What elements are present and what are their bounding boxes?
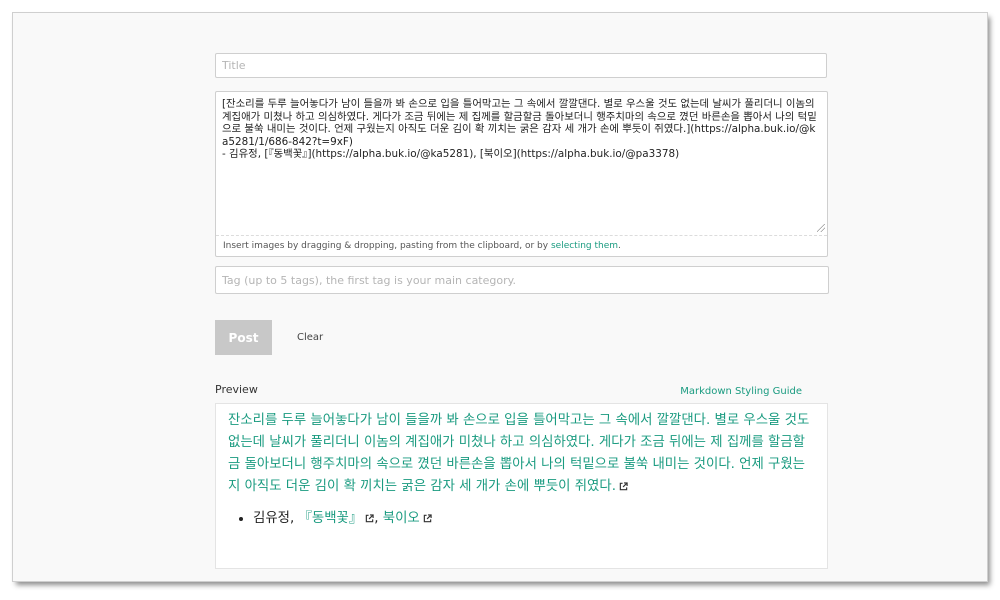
resize-handle-icon[interactable] xyxy=(817,224,825,232)
external-link-icon xyxy=(365,514,374,523)
tags-input[interactable] xyxy=(215,266,829,294)
book-link[interactable]: 『동백꽃』 xyxy=(298,511,362,526)
editor-window: [잔소리를 두루 늘어놓다가 남이 들을까 봐 손으로 입을 틀어막고는 그 속… xyxy=(13,13,987,581)
body-editor: [잔소리를 두루 늘어놓다가 남이 들을까 봐 손으로 입을 틀어막고는 그 속… xyxy=(215,91,828,257)
preview-box: 잔소리를 두루 늘어놓다가 남이 들을까 봐 손으로 입을 틀어막고는 그 속에… xyxy=(215,403,828,569)
title-input[interactable] xyxy=(215,53,827,78)
upload-hint-suffix: . xyxy=(618,241,621,251)
clear-button[interactable]: Clear xyxy=(289,330,331,345)
list-author: 김유정, xyxy=(253,511,299,526)
external-link-icon xyxy=(423,514,432,523)
external-link-icon xyxy=(619,482,628,491)
list-separator: , xyxy=(374,511,383,526)
preview-paragraph[interactable]: 잔소리를 두루 늘어놓다가 남이 들을까 봐 손으로 입을 틀어막고는 그 속에… xyxy=(228,410,815,498)
post-button[interactable]: Post xyxy=(215,320,272,355)
preview-paragraph-text[interactable]: 잔소리를 두루 늘어놓다가 남이 들을까 봐 손으로 입을 틀어막고는 그 속에… xyxy=(228,413,809,494)
publisher-link[interactable]: 북이오 xyxy=(383,511,420,526)
upload-hint-prefix: Insert images by dragging & dropping, pa… xyxy=(223,241,551,251)
list-item: 김유정, 『동백꽃』, 북이오 xyxy=(253,509,815,529)
body-textarea[interactable]: [잔소리를 두루 늘어놓다가 남이 들을까 봐 손으로 입을 틀어막고는 그 속… xyxy=(216,92,827,236)
preview-label: Preview xyxy=(215,383,258,396)
preview-list: 김유정, 『동백꽃』, 북이오 xyxy=(228,509,815,529)
select-images-link[interactable]: selecting them xyxy=(551,241,618,251)
upload-hint: Insert images by dragging & dropping, pa… xyxy=(223,241,621,251)
markdown-guide-link[interactable]: Markdown Styling Guide xyxy=(680,386,802,397)
